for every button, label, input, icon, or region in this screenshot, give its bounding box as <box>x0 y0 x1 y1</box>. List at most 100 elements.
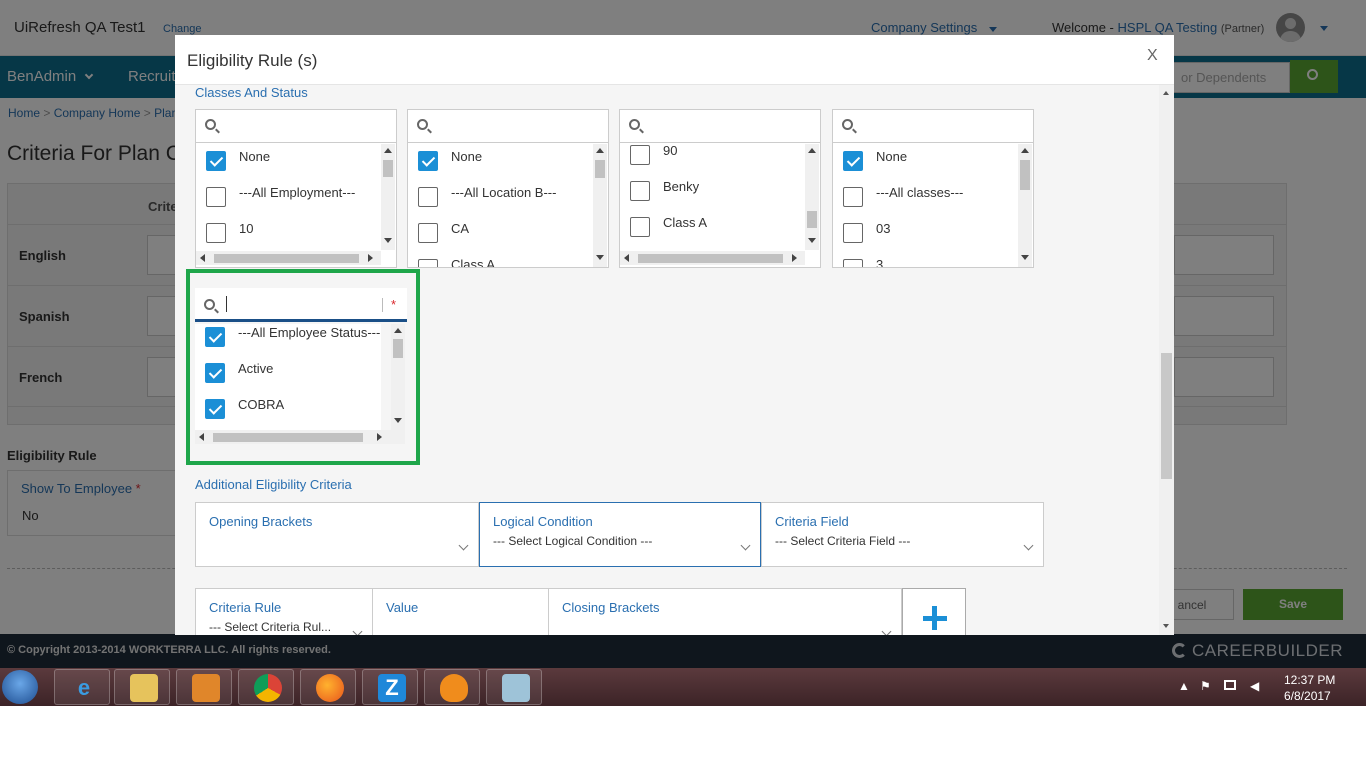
checkbox[interactable] <box>630 145 650 165</box>
checkbox[interactable] <box>206 151 226 171</box>
vertical-scrollbar[interactable] <box>381 144 395 250</box>
search-icon <box>417 119 428 130</box>
list-item[interactable]: 10 <box>196 216 382 250</box>
chevron-down-icon <box>740 540 751 551</box>
checkbox[interactable] <box>843 223 863 243</box>
employment-search-input[interactable] <box>196 110 396 143</box>
add-criteria-button[interactable] <box>902 588 966 635</box>
chevron-down-icon <box>458 540 469 551</box>
list-item-label: 10 <box>239 221 254 236</box>
close-button[interactable]: X <box>1147 47 1158 65</box>
list-item-label: None <box>876 149 908 164</box>
list-item-label: 90 <box>663 144 678 158</box>
chevron-down-icon <box>1023 540 1034 551</box>
checkbox[interactable] <box>843 187 863 207</box>
list-item-label: 03 <box>876 221 891 236</box>
vertical-scrollbar[interactable] <box>593 144 607 267</box>
firefox-icon[interactable] <box>300 669 356 705</box>
show-hidden-icons[interactable]: ▲ <box>1178 679 1190 693</box>
checkbox[interactable] <box>418 187 438 207</box>
network-icon[interactable] <box>1224 680 1236 690</box>
list-item-label: Benky <box>663 179 700 194</box>
file-explorer-icon[interactable] <box>114 669 170 705</box>
checkbox[interactable] <box>418 259 438 267</box>
closing-brackets-select[interactable]: Closing Brackets <box>548 588 902 635</box>
list-item[interactable]: 03 <box>833 216 1019 252</box>
clock-date[interactable]: 6/8/2017 <box>1284 689 1331 703</box>
list-item[interactable]: ---All classes--- <box>833 180 1019 216</box>
horizontal-scrollbar[interactable] <box>620 251 805 265</box>
field-value: --- Select Logical Condition --- <box>493 534 653 548</box>
classes-list: None ---All classes--- 03 3 <box>832 109 1034 268</box>
checkbox[interactable] <box>418 223 438 243</box>
checkbox[interactable] <box>418 151 438 171</box>
list-item-label: Class A <box>663 215 708 230</box>
criteria-field-select[interactable]: Criteria Field --- Select Criteria Field… <box>761 502 1044 567</box>
volume-icon[interactable]: ◀ <box>1250 679 1259 693</box>
list-item[interactable]: ---All Employment--- <box>196 180 382 216</box>
checkbox[interactable] <box>206 223 226 243</box>
modal-header: Eligibility Rule (s) X <box>175 35 1174 85</box>
clock-time[interactable]: 12:37 PM <box>1284 673 1335 687</box>
employment-options: None ---All Employment--- 10 <box>196 144 382 250</box>
class-search-input[interactable] <box>620 110 820 143</box>
scroll-up-icon[interactable] <box>1163 91 1169 95</box>
list-item-label: 3 <box>876 257 884 267</box>
list-item-label: ---All Location B--- <box>451 185 557 200</box>
list-item[interactable]: ---All Location B--- <box>408 180 594 216</box>
system-tray: ▲ ⚑ ◀ <box>1178 679 1273 695</box>
checkbox[interactable] <box>843 151 863 171</box>
list-item[interactable]: None <box>408 144 594 180</box>
scrollbar-thumb[interactable] <box>1161 353 1172 479</box>
scroll-down-icon[interactable] <box>1163 624 1169 628</box>
criteria-rule-select[interactable]: Criteria Rule --- Select Criteria Rul... <box>195 588 373 635</box>
search-icon <box>629 119 640 130</box>
field-label: Logical Condition <box>493 514 593 529</box>
horizontal-scrollbar[interactable] <box>196 251 381 265</box>
field-value: --- Select Criteria Rul... <box>209 620 332 634</box>
list-item[interactable]: Class A <box>408 252 594 267</box>
eligibility-rule-modal: Eligibility Rule (s) X Classes And Statu… <box>175 35 1174 635</box>
checkbox[interactable] <box>630 217 650 237</box>
employment-list: None ---All Employment--- 10 <box>195 109 397 268</box>
list-item[interactable]: None <box>833 144 1019 180</box>
list-item[interactable]: 3 <box>833 252 1019 267</box>
vertical-scrollbar[interactable] <box>1018 144 1032 267</box>
class-options: 90 Benky Class A <box>620 144 806 250</box>
list-item[interactable]: 90 <box>620 144 806 174</box>
start-button[interactable] <box>2 670 38 704</box>
list-item-label: CA <box>451 221 470 236</box>
list-item[interactable]: None <box>196 144 382 180</box>
opening-brackets-select[interactable]: Opening Brackets <box>195 502 479 567</box>
chevron-down-icon <box>352 626 363 635</box>
notes-app-icon[interactable] <box>486 669 542 705</box>
value-input[interactable]: Value <box>372 588 549 635</box>
list-item[interactable]: CA <box>408 216 594 252</box>
list-item-label: None <box>239 149 271 164</box>
field-label: Value <box>386 600 419 615</box>
plus-icon-bar <box>923 616 947 621</box>
list-item[interactable]: Benky <box>620 174 806 210</box>
field-label: Closing Brackets <box>562 600 660 615</box>
checkbox[interactable] <box>630 181 650 201</box>
checkbox[interactable] <box>206 187 226 207</box>
classes-search-input[interactable] <box>833 110 1033 143</box>
list-item[interactable]: Class A <box>620 210 806 246</box>
checkbox[interactable] <box>843 259 863 267</box>
logical-condition-select[interactable]: Logical Condition --- Select Logical Con… <box>479 502 761 567</box>
z-app-icon[interactable]: Z <box>362 669 418 705</box>
internet-explorer-icon[interactable]: e <box>54 669 110 705</box>
class-list: 90 Benky Class A <box>619 109 821 268</box>
media-player-icon[interactable] <box>176 669 232 705</box>
modal-body: Classes And Status None ---All Employmen… <box>175 85 1174 635</box>
chevron-down-icon <box>881 626 892 635</box>
modal-scrollbar[interactable] <box>1159 85 1174 635</box>
flame-app-icon[interactable] <box>424 669 480 705</box>
location-options: None ---All Location B--- CA Class A <box>408 144 594 267</box>
search-icon <box>842 119 853 130</box>
taskbar: e Z ▲ ⚑ ◀ <box>0 668 1366 706</box>
chrome-icon[interactable] <box>238 669 294 705</box>
location-search-input[interactable] <box>408 110 608 143</box>
flag-icon[interactable]: ⚑ <box>1200 679 1211 693</box>
vertical-scrollbar[interactable] <box>805 144 819 250</box>
